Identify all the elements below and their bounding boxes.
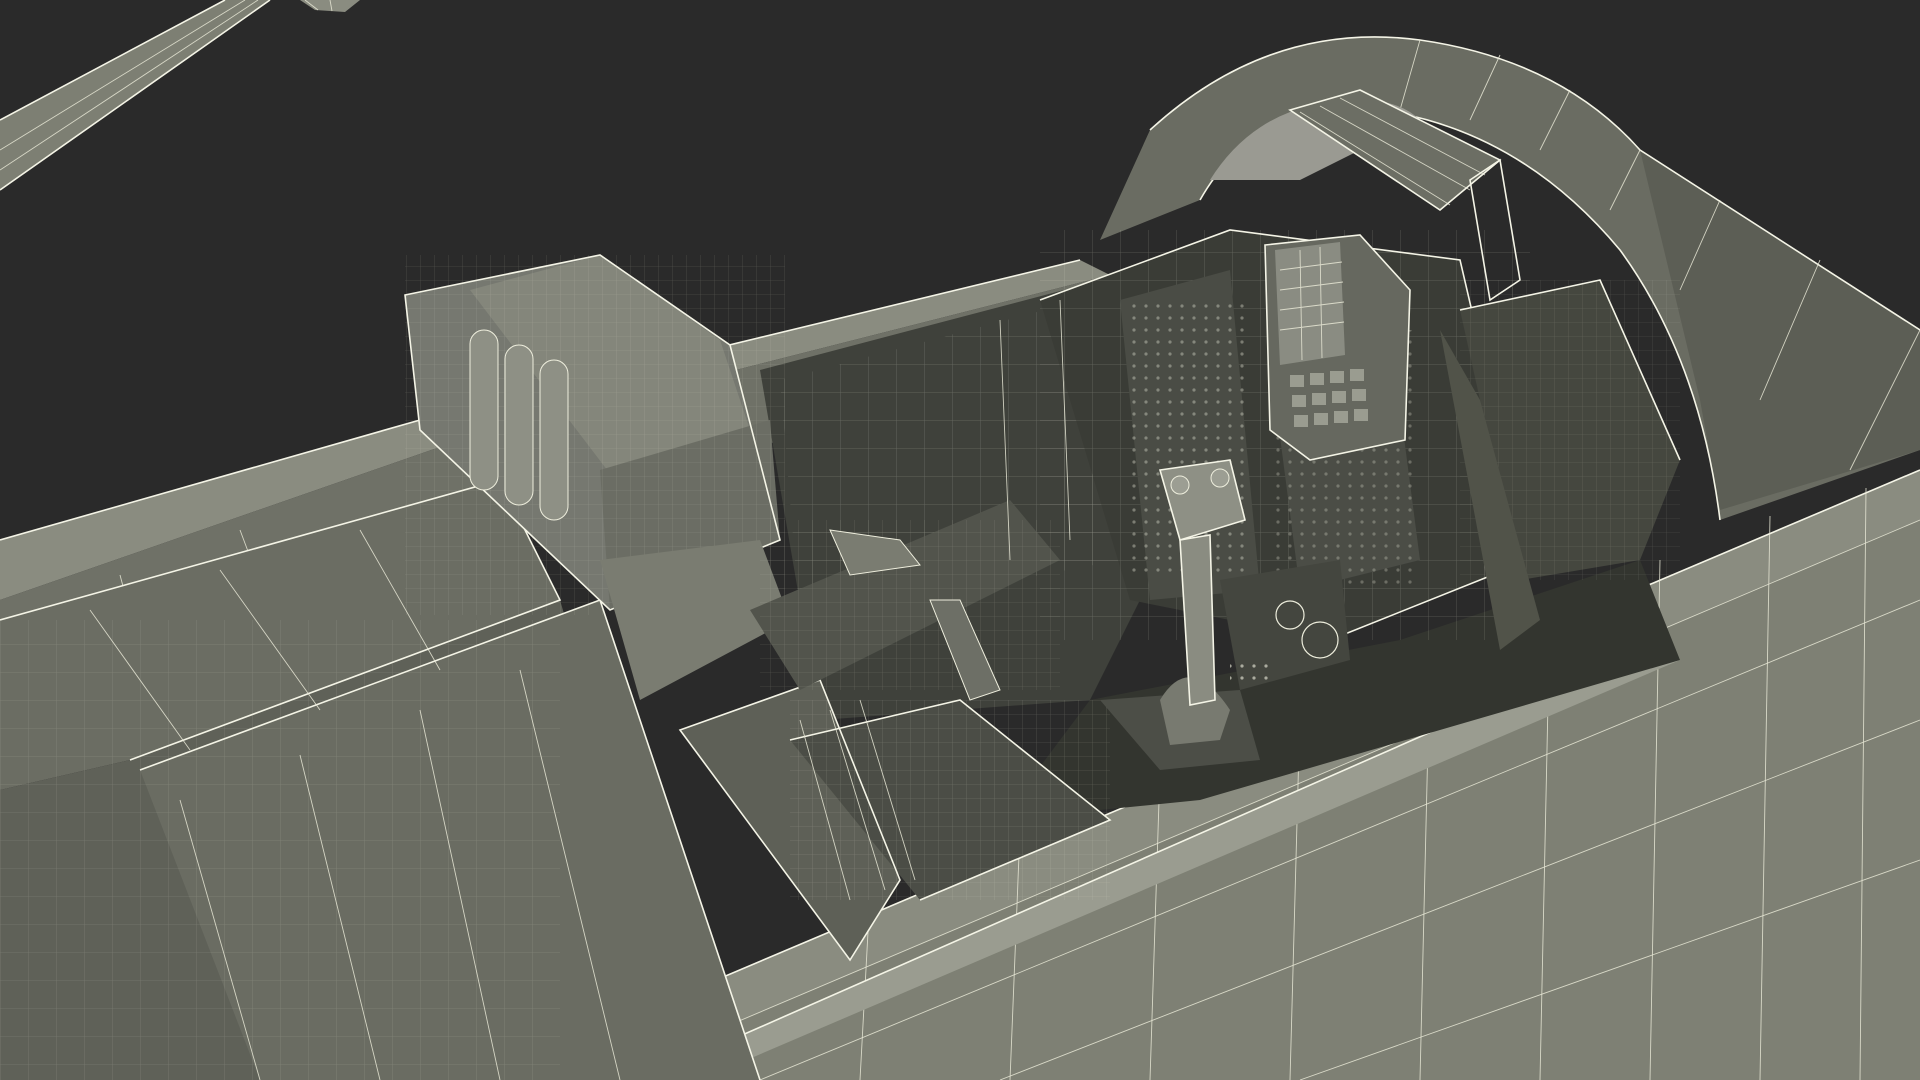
render-viewport (0, 0, 1920, 1080)
cockpit-wireframe-render (0, 0, 1920, 1080)
left-side-console (750, 500, 1060, 701)
wing-strut (0, 0, 360, 191)
multi-function-display (1264, 234, 1411, 461)
